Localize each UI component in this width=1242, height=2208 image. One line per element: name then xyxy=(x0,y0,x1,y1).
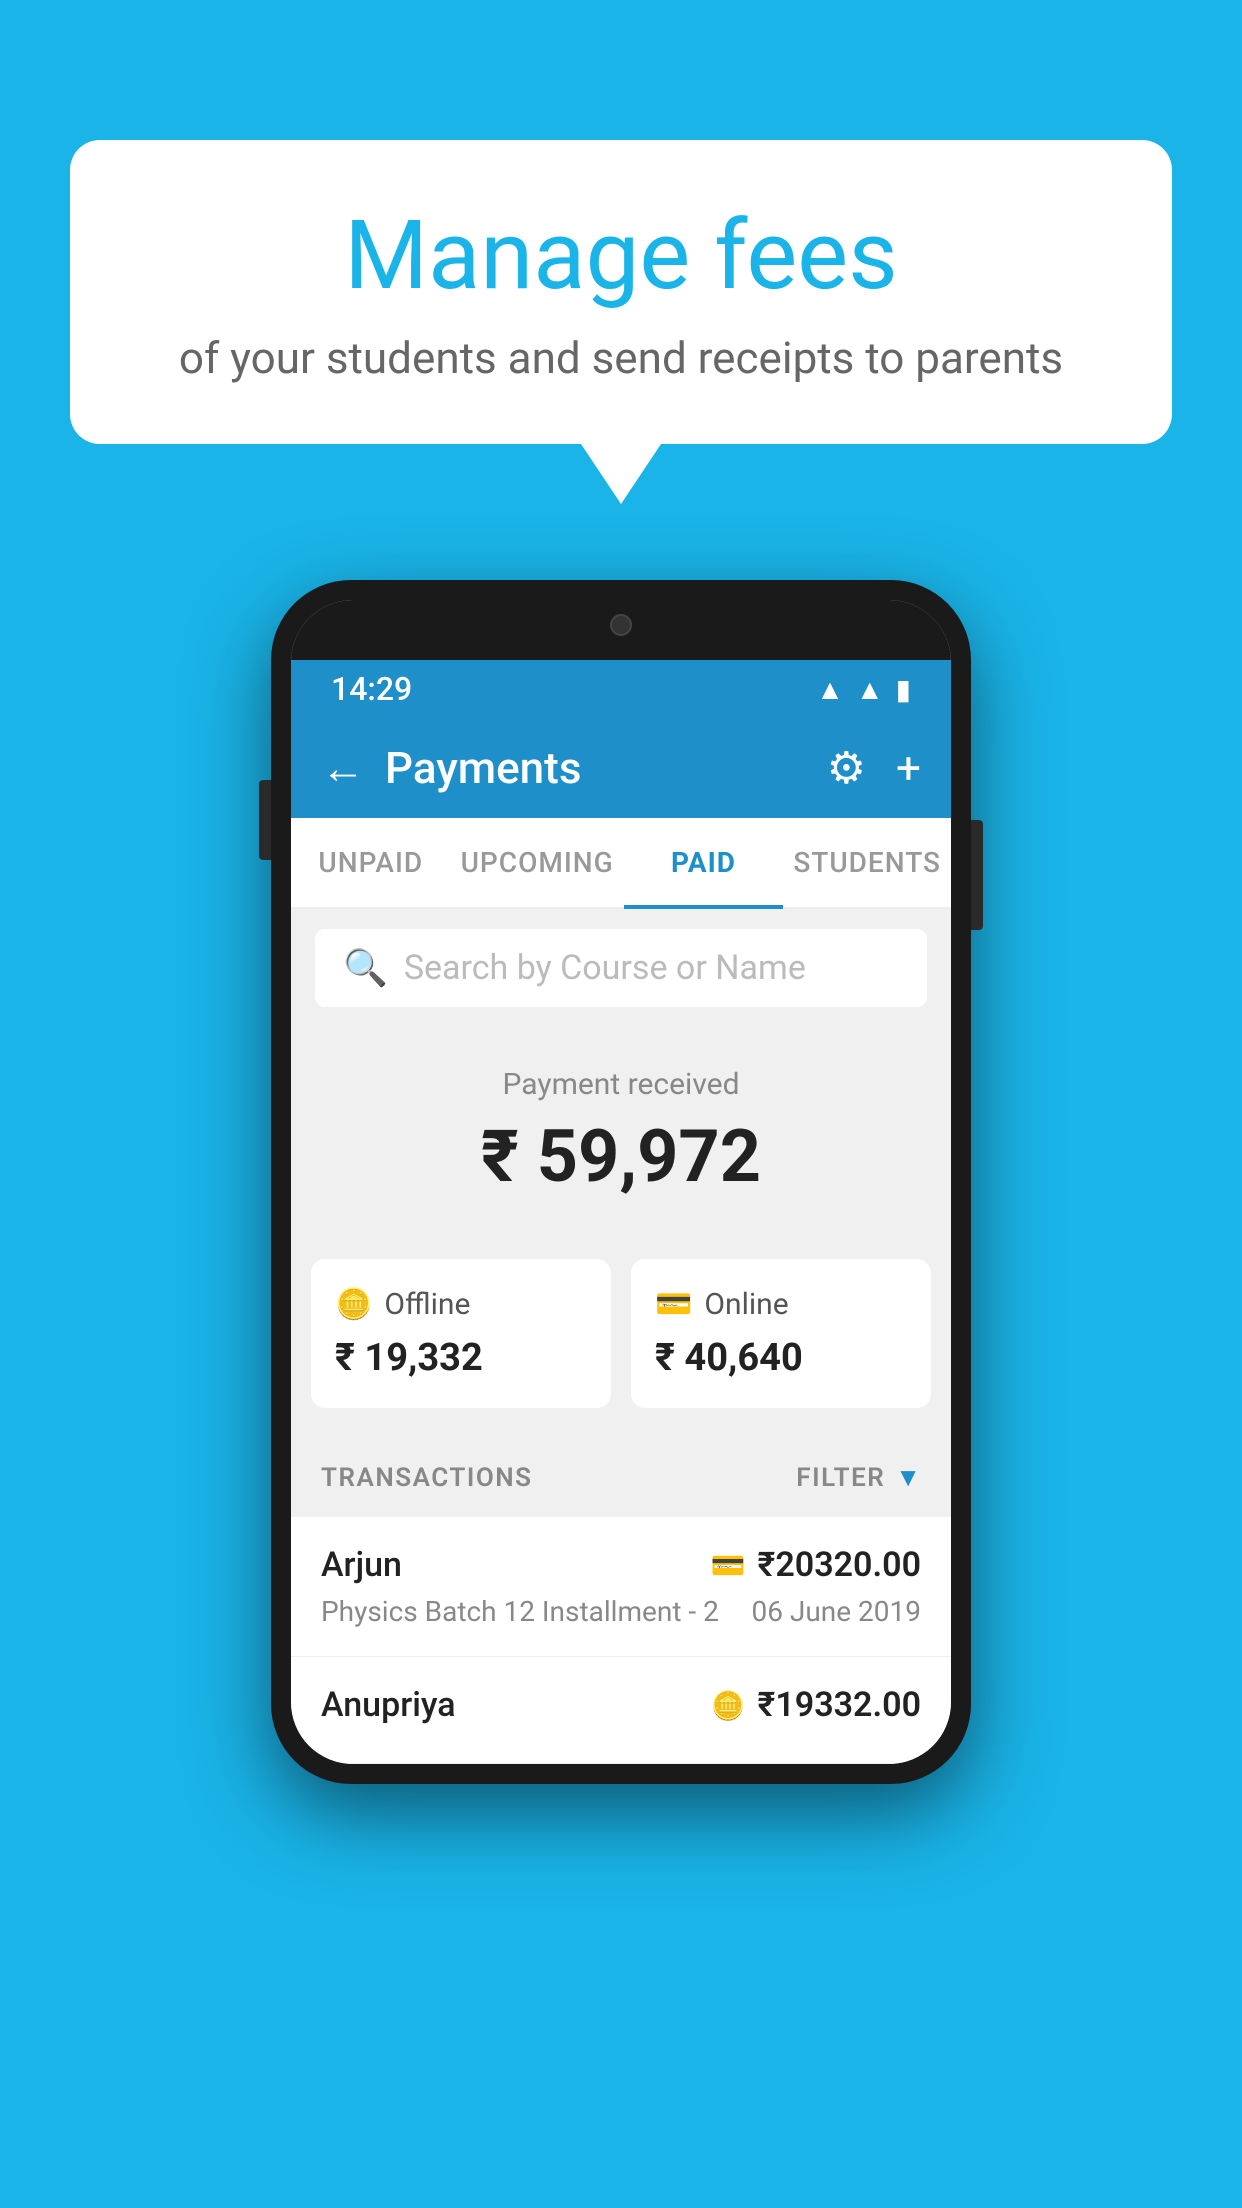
table-row[interactable]: Arjun 💳 ₹20320.00 Physics Batch 12 Insta… xyxy=(291,1517,951,1657)
battery-icon: ▮ xyxy=(896,673,911,706)
notch-cutout xyxy=(531,600,711,650)
app-header: ← Payments ⚙ + xyxy=(291,718,951,818)
phone-screen: 14:29 ▲ ▲ ▮ ← Payments ⚙ + UNPAID UPCO xyxy=(291,600,951,1764)
transaction-amount-container-1: 💳 ₹20320.00 xyxy=(711,1545,921,1585)
transaction-amount-2: ₹19332.00 xyxy=(758,1685,921,1725)
search-bar[interactable]: 🔍 Search by Course or Name xyxy=(315,929,927,1007)
speech-bubble-arrow xyxy=(581,444,661,504)
transaction-name-2: Anupriya xyxy=(321,1685,456,1725)
transactions-header: TRANSACTIONS FILTER ▼ xyxy=(291,1438,951,1517)
gear-icon[interactable]: ⚙ xyxy=(827,742,866,794)
speech-bubble: Manage fees of your students and send re… xyxy=(70,140,1172,444)
payment-received-label: Payment received xyxy=(311,1067,931,1102)
status-bar: 14:29 ▲ ▲ ▮ xyxy=(291,660,951,718)
online-amount: ₹ 40,640 xyxy=(655,1336,907,1380)
add-icon[interactable]: + xyxy=(896,742,921,794)
offline-card-header: 🪙 Offline xyxy=(335,1287,587,1322)
transaction-cash-icon-2: 🪙 xyxy=(711,1689,746,1722)
speech-bubble-subtitle: of your students and send receipts to pa… xyxy=(150,332,1092,384)
transaction-card-icon-1: 💳 xyxy=(711,1549,746,1582)
payment-cards: 🪙 Offline ₹ 19,332 💳 Online ₹ 40,640 xyxy=(291,1259,951,1438)
transaction-amount-1: ₹20320.00 xyxy=(758,1545,921,1585)
tab-students[interactable]: STUDENTS xyxy=(783,818,951,907)
speech-bubble-container: Manage fees of your students and send re… xyxy=(70,140,1172,504)
phone-notch xyxy=(291,600,951,660)
header-icons: ⚙ + xyxy=(827,742,921,794)
speech-bubble-title: Manage fees xyxy=(150,200,1092,312)
transactions-label: TRANSACTIONS xyxy=(321,1463,533,1493)
back-button[interactable]: ← xyxy=(321,742,365,794)
transaction-date-1: 06 June 2019 xyxy=(751,1595,921,1628)
status-icons: ▲ ▲ ▮ xyxy=(816,673,911,706)
search-icon: 🔍 xyxy=(343,947,388,989)
filter-container[interactable]: FILTER ▼ xyxy=(796,1462,921,1493)
offline-amount: ₹ 19,332 xyxy=(335,1336,587,1380)
offline-icon: 🪙 xyxy=(335,1287,372,1322)
wifi-icon: ▲ xyxy=(816,673,844,706)
transaction-course-1: Physics Batch 12 Installment - 2 xyxy=(321,1595,719,1628)
transaction-top-2: Anupriya 🪙 ₹19332.00 xyxy=(321,1685,921,1725)
tab-unpaid[interactable]: UNPAID xyxy=(291,818,451,907)
phone-container: 14:29 ▲ ▲ ▮ ← Payments ⚙ + UNPAID UPCO xyxy=(271,580,971,1784)
camera-dot xyxy=(610,614,632,636)
transaction-name-1: Arjun xyxy=(321,1545,402,1585)
signal-icon: ▲ xyxy=(856,673,884,706)
online-card-header: 💳 Online xyxy=(655,1287,907,1322)
table-row[interactable]: Anupriya 🪙 ₹19332.00 xyxy=(291,1657,951,1764)
transaction-bottom-1: Physics Batch 12 Installment - 2 06 June… xyxy=(321,1595,921,1628)
status-time: 14:29 xyxy=(331,670,412,708)
tabs-container: UNPAID UPCOMING PAID STUDENTS xyxy=(291,818,951,909)
payment-amount: ₹ 59,972 xyxy=(311,1114,931,1199)
transaction-top-1: Arjun 💳 ₹20320.00 xyxy=(321,1545,921,1585)
payment-received-section: Payment received ₹ 59,972 xyxy=(291,1027,951,1259)
phone-outer: 14:29 ▲ ▲ ▮ ← Payments ⚙ + UNPAID UPCO xyxy=(271,580,971,1784)
filter-label: FILTER xyxy=(796,1463,885,1493)
tab-upcoming[interactable]: UPCOMING xyxy=(451,818,624,907)
header-title: Payments xyxy=(385,742,807,794)
offline-card: 🪙 Offline ₹ 19,332 xyxy=(311,1259,611,1408)
online-card: 💳 Online ₹ 40,640 xyxy=(631,1259,931,1408)
search-placeholder: Search by Course or Name xyxy=(404,948,806,988)
search-container: 🔍 Search by Course or Name xyxy=(291,909,951,1027)
filter-icon: ▼ xyxy=(895,1462,921,1493)
offline-label: Offline xyxy=(384,1287,470,1322)
transaction-amount-container-2: 🪙 ₹19332.00 xyxy=(711,1685,921,1725)
online-label: Online xyxy=(704,1287,788,1322)
online-icon: 💳 xyxy=(655,1287,692,1322)
tab-paid[interactable]: PAID xyxy=(624,818,784,907)
